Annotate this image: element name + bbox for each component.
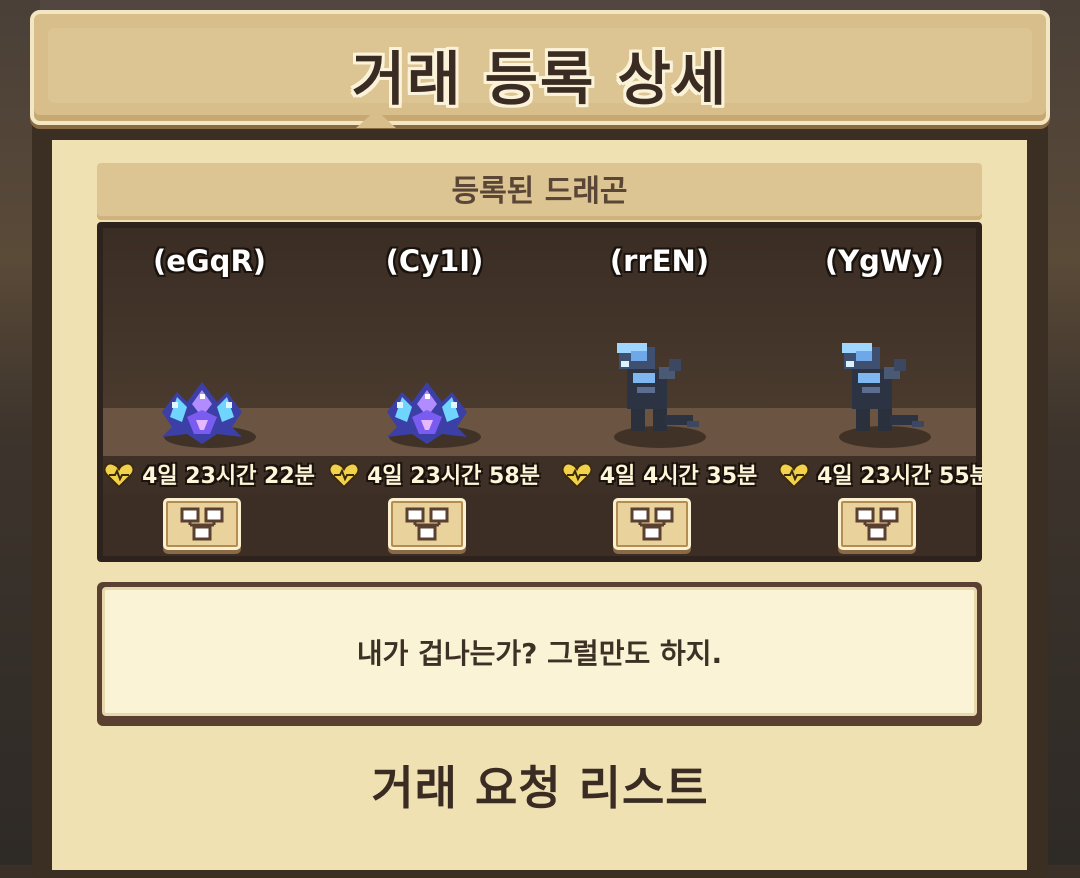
dragon-slot[interactable]: (Cy1I) 4일 23시간 58분 (322, 222, 547, 562)
dragon-name: (Cy1I) (385, 244, 484, 278)
tree-icon (630, 507, 674, 541)
registered-dragons-box: (eGqR) 4일 23시간 22분 (Cy1I) 4일 23시간 58분 (r… (97, 222, 982, 562)
section-header-label: 등록된 드래곤 (451, 174, 628, 209)
dragon-timer: 4일 4시간 35분 (547, 458, 772, 490)
dragon-name: (eGqR) (152, 244, 267, 278)
trade-request-list-title: 거래 요청 리스트 (371, 761, 709, 815)
dragon-tree-button[interactable] (838, 498, 916, 550)
dragon-slot[interactable]: (rrEN) 4일 4시간 35분 (547, 222, 772, 562)
timer-text: 4일 4시간 35분 (599, 464, 758, 489)
crystal-dragon-egg-icon[interactable] (377, 372, 477, 447)
registered-dragons-header: 등록된 드래곤 (97, 163, 982, 220)
armored-dragon-icon[interactable] (832, 337, 932, 442)
tree-icon (405, 507, 449, 541)
dragon-tree-button[interactable] (613, 498, 691, 550)
tree-icon (180, 507, 224, 541)
dragon-timer: 4일 23시간 22분 (97, 458, 322, 490)
dragon-timer: 4일 23시간 58분 (322, 458, 547, 490)
dragon-message-text: 내가 겁나는가? 그럴만도 하지. (356, 636, 723, 670)
dragon-tree-button[interactable] (388, 498, 466, 550)
tree-icon (855, 507, 899, 541)
dragon-timer: 4일 23시간 55분 (772, 458, 982, 490)
title-banner: 거래 등록 상세 (30, 10, 1050, 125)
heart-icon (104, 462, 135, 488)
timer-text: 4일 23시간 55분 (817, 464, 982, 489)
dragon-name: (rrEN) (609, 244, 710, 278)
armored-dragon-icon[interactable] (607, 337, 707, 442)
dragon-slot[interactable]: (eGqR) 4일 23시간 22분 (97, 222, 322, 562)
dragon-slot[interactable]: (YgWy) 4일 23시간 55분 (772, 222, 982, 562)
dragon-message-box: 내가 겁나는가? 그럴만도 하지. (97, 582, 982, 726)
dragon-tree-button[interactable] (163, 498, 241, 550)
heart-icon (779, 462, 810, 488)
heart-icon (329, 462, 360, 488)
heart-icon (561, 462, 592, 488)
timer-text: 4일 23시간 58분 (367, 464, 540, 489)
page-title: 거래 등록 상세 (351, 45, 729, 113)
crystal-dragon-egg-icon[interactable] (152, 372, 252, 447)
dragon-name: (YgWy) (824, 244, 945, 278)
timer-text: 4일 23시간 22분 (142, 464, 315, 489)
